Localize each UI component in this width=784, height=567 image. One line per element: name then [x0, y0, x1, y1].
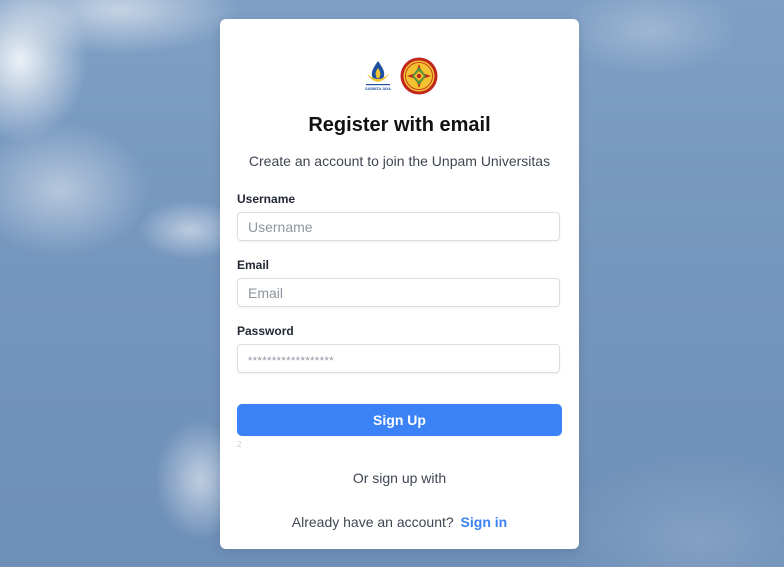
password-input[interactable] — [237, 344, 560, 373]
username-input[interactable] — [237, 212, 560, 241]
or-sign-up-with-text: Or sign up with — [352, 470, 447, 486]
already-have-account: Already have an account? Sign in — [220, 514, 579, 530]
logo-caption: SASMITA JAYA — [365, 87, 391, 91]
username-label: Username — [237, 192, 296, 206]
email-input[interactable] — [237, 278, 560, 307]
already-text: Already have an account? — [291, 514, 454, 530]
sign-in-link[interactable]: Sign in — [461, 514, 508, 530]
sasmita-jaya-logo-icon: SASMITA JAYA — [362, 59, 394, 93]
page-subtitle: Create an account to join the Unpam Univ… — [248, 153, 551, 169]
logo-row: SASMITA JAYA — [220, 56, 579, 96]
page-title: Register with email — [308, 114, 491, 136]
sign-up-button[interactable]: Sign Up — [237, 404, 562, 436]
password-label: Password — [237, 324, 294, 338]
unpam-seal-logo-icon — [400, 57, 438, 95]
register-card: SASMITA JAYA Register with email Create … — [220, 19, 579, 549]
tiny-mark: 2 — [237, 440, 242, 449]
email-label: Email — [237, 258, 270, 272]
